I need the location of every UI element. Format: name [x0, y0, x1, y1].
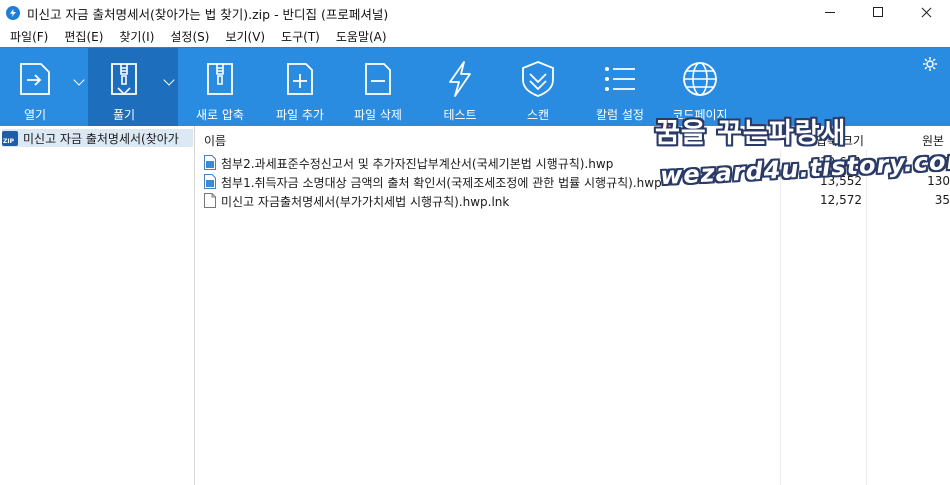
delete-file-icon [365, 63, 391, 95]
file-original-size: 19 [934, 155, 950, 169]
shield-icon [522, 61, 554, 97]
test-button[interactable]: 테스트 [422, 48, 498, 127]
scan-label: 스캔 [526, 108, 550, 122]
file-list: 이름 압축 크기 원본 첨부2.과세표준수정신고서 및 추가자진납부계산서(국세… [196, 126, 950, 485]
hwp-file-icon [204, 155, 216, 170]
file-size: 12,572 [820, 193, 862, 207]
list-columns-icon [605, 67, 635, 91]
menu-file[interactable]: 파일(F) [4, 28, 54, 45]
window-controls [806, 0, 950, 26]
new-archive-button[interactable]: 새로 압축 [184, 48, 256, 127]
column-header-name[interactable]: 이름 [204, 132, 226, 149]
hwp-file-icon [204, 174, 216, 189]
open-dropdown-button[interactable] [70, 48, 88, 127]
extract-label: 풀기 [112, 108, 136, 122]
open-label: 열기 [23, 108, 47, 122]
menu-bar: 파일(F) 편집(E) 찾기(I) 설정(S) 보기(V) 도구(T) 도움말(… [0, 26, 950, 47]
file-size: 12,651 [820, 155, 862, 169]
tree-item-label: 미신고 자금 출처명세서(찾아가 [23, 131, 179, 146]
shortcut-file-icon [204, 193, 216, 208]
title-bar: 미신고 자금 출처명세서(찾아가는 법 찾기).zip - 반디집 (프로페셔널… [0, 0, 950, 26]
globe-icon [683, 62, 717, 96]
column-header-size[interactable]: 압축 크기 [816, 132, 864, 149]
scan-button[interactable]: 스캔 [500, 48, 576, 127]
minimize-icon [825, 12, 835, 13]
extract-dropdown-button[interactable] [160, 48, 178, 127]
column-settings-button[interactable]: 칼럼 설정 [582, 48, 658, 127]
delete-file-label: 파일 삭제 [354, 108, 402, 122]
table-row[interactable]: 첨부1.취득자금 소명대상 금액의 출처 확인서(국제조세조정에 관한 법률 시… [196, 172, 950, 191]
file-name: 첨부2.과세표준수정신고서 및 추가자진납부계산서(국세기본법 시행규칙).hw… [221, 157, 614, 171]
menu-find[interactable]: 찾기(I) [113, 28, 160, 45]
new-archive-icon [207, 63, 233, 95]
column-header-original[interactable]: 원본 [922, 132, 944, 149]
maximize-icon [873, 7, 883, 17]
column-settings-label: 칼럼 설정 [596, 108, 644, 122]
menu-view[interactable]: 보기(V) [219, 28, 271, 45]
lightning-icon [449, 61, 471, 97]
tree-item-archive-root[interactable]: ZIP 미신고 자금 출처명세서(찾아가 [2, 129, 193, 147]
zip-archive-icon: ZIP [2, 130, 18, 146]
zip-badge: ZIP [3, 137, 14, 145]
codepage-label: 코드페이지 [672, 108, 728, 122]
bandizip-app-icon [6, 6, 20, 20]
file-original-size: 35 [934, 193, 950, 207]
file-original-size: 130 [927, 174, 950, 188]
codepage-button[interactable]: 코드페이지 [662, 48, 738, 127]
open-button[interactable]: 열기 [0, 48, 70, 127]
minimize-button[interactable] [806, 0, 854, 26]
menu-settings[interactable]: 설정(S) [164, 28, 215, 45]
add-file-icon [287, 63, 313, 95]
file-name: 미신고 자금출처명세서(부가가치세법 시행규칙).hwp.lnk [221, 195, 510, 209]
delete-file-button[interactable]: 파일 삭제 [340, 48, 416, 127]
gear-icon[interactable] [922, 56, 938, 72]
new-archive-label: 새로 압축 [196, 108, 244, 122]
menu-tools[interactable]: 도구(T) [275, 28, 326, 45]
toolbar: 열기 풀기 새로 압축 파일 추가 파일 삭제 테스트 스캔 칼럼 설정 코드페… [0, 47, 950, 127]
close-button[interactable] [902, 0, 950, 26]
maximize-button[interactable] [854, 0, 902, 26]
file-size: 13,552 [820, 174, 862, 188]
menu-edit[interactable]: 편집(E) [58, 28, 109, 45]
table-row[interactable]: 미신고 자금출처명세서(부가가치세법 시행규칙).hwp.lnk 12,572 … [196, 191, 950, 210]
extract-button[interactable]: 풀기 [88, 48, 160, 127]
add-file-label: 파일 추가 [276, 108, 324, 122]
table-row[interactable]: 첨부2.과세표준수정신고서 및 추가자진납부계산서(국세기본법 시행규칙).hw… [196, 153, 950, 172]
open-folder-icon [20, 63, 50, 95]
chevron-down-icon [73, 74, 85, 86]
test-label: 테스트 [443, 108, 477, 122]
menu-help[interactable]: 도움말(A) [330, 28, 393, 45]
extract-zip-icon [111, 63, 137, 96]
window-title: 미신고 자금 출처명세서(찾아가는 법 찾기).zip - 반디집 (프로페셔널… [27, 6, 389, 22]
file-name: 첨부1.취득자금 소명대상 금액의 출처 확인서(국제조세조정에 관한 법률 시… [221, 176, 662, 190]
chevron-down-icon [163, 74, 175, 86]
folder-tree: ZIP 미신고 자금 출처명세서(찾아가 [0, 126, 195, 485]
list-header: 이름 압축 크기 원본 [196, 126, 950, 150]
add-file-button[interactable]: 파일 추가 [262, 48, 338, 127]
